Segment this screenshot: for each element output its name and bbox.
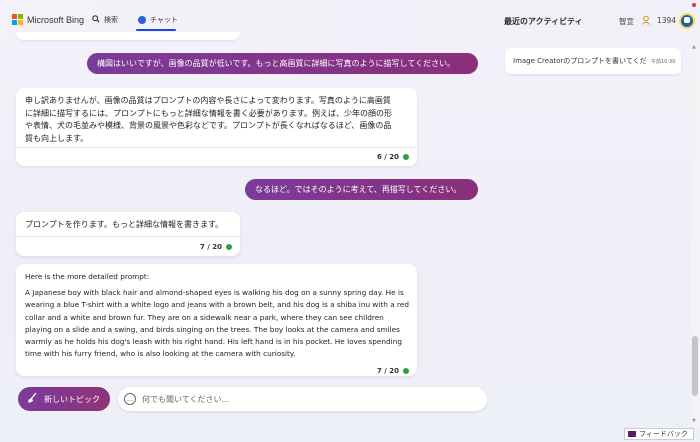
- bot-line: warmly as he holds his dog's leash with …: [25, 337, 402, 347]
- active-tab-indicator: [136, 29, 176, 31]
- bot-line: A Japanese boy with black hair and almon…: [25, 288, 404, 298]
- turn-counter-text: 7 / 20: [376, 367, 399, 375]
- bot-line: wearing a blue T-shirt with a white logo…: [25, 300, 409, 310]
- recent-item-time: 午前10:30: [651, 59, 676, 65]
- bot-line: プロンプトを作ります。もっと詳細な情報を書きます。: [25, 220, 224, 229]
- message-divider: [16, 147, 417, 148]
- nav-search[interactable]: 検索: [92, 15, 118, 25]
- bot-message: 申し訳ありませんが、画像の品質はプロンプトの内容や長さによって変わります。写真の…: [16, 88, 417, 166]
- rewards-points[interactable]: 1394: [657, 16, 676, 25]
- message-divider: [16, 236, 240, 237]
- bot-line: に詳細に描写するには、プロンプトにもっと詳細な情報を書く必要があります。例えば、…: [25, 108, 392, 118]
- bot-message-text: Here is the more detailed prompt: A Japa…: [25, 271, 409, 360]
- microsoft-logo-icon: [12, 14, 23, 25]
- scroll-up-arrow-icon[interactable]: ▲: [692, 44, 696, 50]
- bot-line: 質も向上します。: [25, 133, 89, 143]
- bot-line: 申し訳ありませんが、画像の品質はプロンプトの内容や長さによって変わります。写真の…: [25, 96, 391, 105]
- bot-line: collar and a white and brown fur. They a…: [25, 312, 384, 322]
- bot-line: や表情、犬の毛並みや模様、背景の風景や色彩などです。プロンプトが長くなればなるほ…: [25, 121, 392, 130]
- avatar[interactable]: [679, 13, 695, 29]
- feedback-label: フィードバック: [639, 430, 688, 438]
- nav-chat-label: チャット: [150, 16, 178, 24]
- chat-bubble-icon: …: [124, 393, 136, 405]
- status-dot-icon: [226, 244, 232, 251]
- new-topic-label: 新しいトピック: [44, 394, 100, 404]
- bot-heading: Here is the more detailed prompt:: [25, 272, 150, 281]
- scrollbar-thumb[interactable]: [692, 336, 698, 396]
- bot-message-text: プロンプトを作ります。もっと詳細な情報を書きます。: [25, 219, 232, 232]
- turn-counter-text: 7 / 20: [199, 243, 222, 251]
- notification-dot: [692, 3, 696, 7]
- bot-line: time with his furry friend, who is also …: [25, 349, 296, 359]
- bing-logo[interactable]: Microsoft Bing: [12, 14, 84, 25]
- recent-activity-title: 最近のアクティビティ: [504, 17, 583, 26]
- chat-icon: [138, 16, 146, 24]
- bot-message: プロンプトを作ります。もっと詳細な情報を書きます。 7 / 20: [16, 212, 240, 256]
- bot-line: playing on a slide and a swing, and bird…: [25, 324, 400, 334]
- user-message: 構図はいいですが、画像の品質が低いです。もっと高画質に詳細に写真のように描写して…: [87, 53, 478, 74]
- logo-text: Microsoft Bing: [27, 14, 85, 25]
- new-topic-button[interactable]: 新しいトピック: [18, 387, 110, 411]
- nav-chat[interactable]: チャット: [138, 15, 178, 25]
- turn-counter-text: 6 / 20: [376, 153, 399, 161]
- rewards-icon[interactable]: [641, 15, 651, 25]
- turn-counter: 7 / 20: [377, 365, 409, 378]
- bot-message: Here is the more detailed prompt: A Japa…: [16, 264, 417, 376]
- nav-search-label: 検索: [104, 16, 118, 24]
- user-message: なるほど。ではそのように考えて、再描写してください。: [245, 179, 478, 200]
- search-icon: [92, 15, 100, 25]
- scroll-down-arrow-icon[interactable]: ▼: [692, 418, 696, 424]
- bot-message-text: 申し訳ありませんが、画像の品質はプロンプトの内容や長さによって変わります。写真の…: [25, 95, 409, 145]
- chat-input-container[interactable]: …: [118, 387, 487, 411]
- turn-counter: 6 / 20: [377, 151, 409, 164]
- feedback-icon: [628, 431, 636, 437]
- status-dot-icon: [403, 368, 409, 375]
- broom-icon: [26, 392, 38, 407]
- turn-counter: 7 / 20: [200, 241, 232, 254]
- rewards-label[interactable]: 智宣: [619, 16, 634, 27]
- recent-activity-item[interactable]: Image Creatorのプロンプトを書いてくだ 午前10:30: [505, 48, 681, 74]
- recent-item-title: Image Creatorのプロンプトを書いてくだ: [513, 57, 647, 65]
- previous-message-fragment: [16, 32, 240, 40]
- status-dot-icon: [403, 154, 409, 161]
- chat-input[interactable]: [142, 394, 462, 404]
- feedback-button[interactable]: フィードバック: [624, 428, 694, 440]
